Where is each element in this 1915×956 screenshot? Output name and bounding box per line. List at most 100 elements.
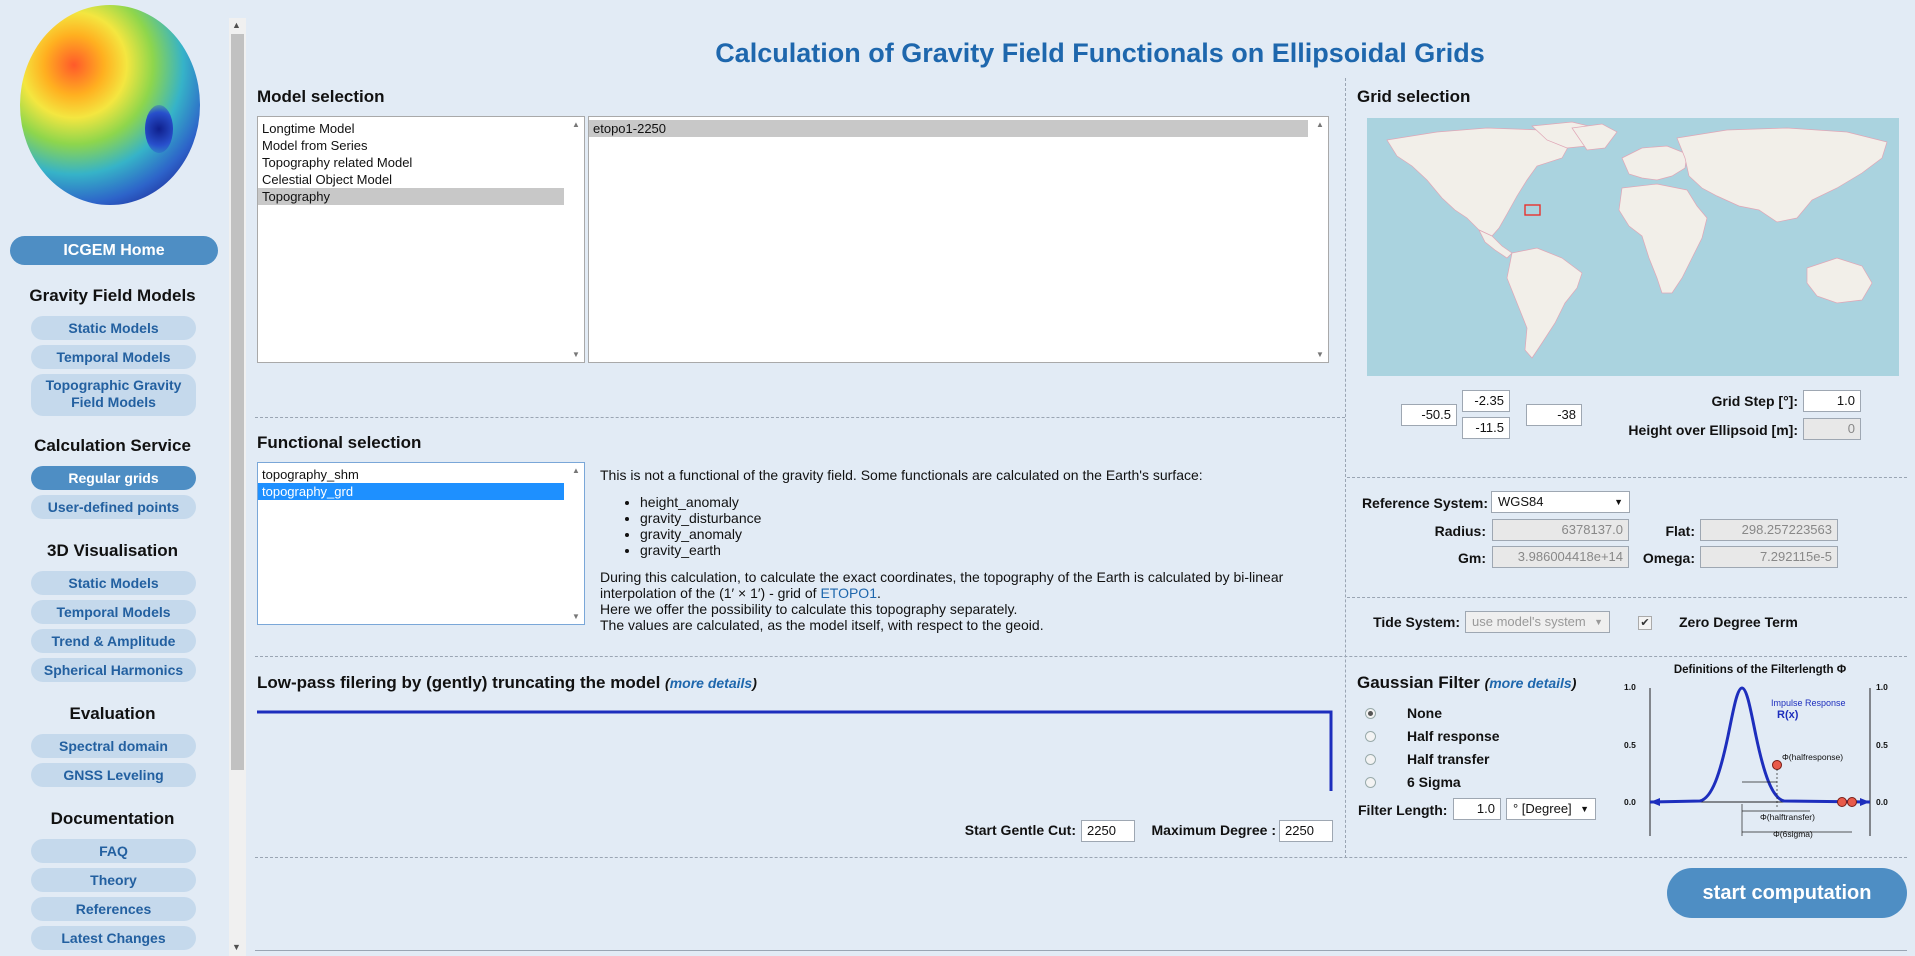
nav-references[interactable]: References bbox=[31, 897, 196, 921]
globe-logo bbox=[20, 5, 200, 205]
nav-trend-amplitude[interactable]: Trend & Amplitude bbox=[31, 629, 196, 653]
divider bbox=[1345, 78, 1346, 858]
nav-gnss-leveling[interactable]: GNSS Leveling bbox=[31, 763, 196, 787]
radio-half-response[interactable] bbox=[1365, 731, 1376, 742]
tick-label: 1.0 bbox=[1624, 682, 1636, 692]
list-item-selected[interactable]: topography_grd bbox=[258, 483, 564, 500]
filter-unit-select[interactable]: ° [Degree] ▼ bbox=[1506, 798, 1596, 820]
scrollbar-thumb[interactable] bbox=[231, 34, 244, 770]
filter-unit-value: ° [Degree] bbox=[1513, 801, 1572, 816]
max-degree-label: Maximum Degree : bbox=[1151, 822, 1276, 838]
description-intro: This is not a functional of the gravity … bbox=[600, 467, 1203, 483]
radio-none-label: None bbox=[1407, 705, 1442, 721]
radio-half-response-label: Half response bbox=[1407, 728, 1500, 744]
tick-label: 0.0 bbox=[1876, 797, 1888, 807]
scroll-up-arrow-icon[interactable]: ▲ bbox=[232, 20, 241, 30]
nav-temporal-models[interactable]: Temporal Models bbox=[31, 345, 196, 369]
nav-3d-static[interactable]: Static Models bbox=[31, 571, 196, 595]
functional-list[interactable]: topography_shm topography_grd ▲ ▼ bbox=[257, 462, 585, 625]
nav-heading-evaluation: Evaluation bbox=[69, 704, 156, 723]
model-list[interactable]: etopo1-2250 ▲ ▼ bbox=[588, 116, 1329, 363]
list-item-selected[interactable]: etopo1-2250 bbox=[589, 120, 1308, 137]
description-text: Here we offer the possibility to calcula… bbox=[600, 601, 1018, 617]
radius-input[interactable]: 6378137.0 bbox=[1492, 519, 1629, 541]
radio-half-transfer[interactable] bbox=[1365, 754, 1376, 765]
divider bbox=[255, 857, 1907, 858]
divider bbox=[1347, 477, 1907, 478]
nav-static-models[interactable]: Static Models bbox=[31, 316, 196, 340]
etopo1-link[interactable]: ETOPO1 bbox=[820, 585, 877, 601]
reference-system-value: WGS84 bbox=[1498, 494, 1544, 509]
list-item[interactable]: Longtime Model bbox=[258, 120, 584, 137]
functional-selection-title: Functional selection bbox=[257, 433, 422, 452]
start-cut-input[interactable]: 2250 bbox=[1081, 820, 1135, 842]
reference-system-select[interactable]: WGS84 ▼ bbox=[1491, 491, 1630, 513]
list-item[interactable]: Topography related Model bbox=[258, 154, 584, 171]
description-text: The values are calculated, as the model … bbox=[600, 617, 1044, 633]
omega-input[interactable]: 7.292115e-5 bbox=[1700, 546, 1838, 568]
grid-step-input[interactable]: 1.0 bbox=[1803, 390, 1861, 412]
impulse-response-label: Impulse Response bbox=[1771, 698, 1846, 708]
gaussian-filter-title: Gaussian Filter (more details) bbox=[1357, 673, 1577, 692]
radio-none[interactable] bbox=[1365, 708, 1376, 719]
list-scrollbar[interactable]: ▲ ▼ bbox=[1311, 117, 1328, 362]
height-input[interactable]: 0 bbox=[1803, 418, 1861, 440]
flat-input[interactable]: 298.257223563 bbox=[1700, 519, 1838, 541]
max-degree-input[interactable]: 2250 bbox=[1279, 820, 1333, 842]
world-map[interactable] bbox=[1367, 118, 1899, 376]
gm-input[interactable]: 3.986004418e+14 bbox=[1492, 546, 1629, 568]
list-item: gravity_earth bbox=[640, 542, 1320, 558]
gaussian-more-details-link[interactable]: more details bbox=[1489, 675, 1571, 691]
six-sigma-label: Φ(6sigma) bbox=[1773, 829, 1813, 839]
tick-label: 1.0 bbox=[1876, 682, 1888, 692]
world-map-svg bbox=[1386, 121, 1888, 359]
nav-user-defined-points[interactable]: User-defined points bbox=[31, 495, 196, 519]
scroll-down-arrow-icon[interactable]: ▼ bbox=[232, 942, 241, 952]
grid-east-input[interactable]: -38 bbox=[1526, 404, 1582, 426]
list-item-selected[interactable]: Topography bbox=[258, 188, 564, 205]
grid-selection-box bbox=[1524, 204, 1541, 216]
gm-label: Gm: bbox=[1458, 550, 1486, 566]
filter-curve bbox=[257, 710, 1333, 791]
grid-west-input[interactable]: -50.5 bbox=[1401, 404, 1457, 426]
grid-selection-title: Grid selection bbox=[1357, 87, 1471, 106]
reference-system-label: Reference System: bbox=[1361, 495, 1488, 511]
tide-system-select[interactable]: use model's system ▼ bbox=[1465, 611, 1610, 633]
half-response-label: Φ(halfresponse) bbox=[1782, 752, 1844, 762]
nav-latest-changes[interactable]: Latest Changes bbox=[31, 926, 196, 950]
tick-label: 0.0 bbox=[1624, 797, 1636, 807]
radio-6-sigma[interactable] bbox=[1365, 777, 1376, 788]
start-computation-button[interactable]: start computation bbox=[1667, 868, 1907, 918]
filter-length-input[interactable]: 1.0 bbox=[1453, 798, 1501, 820]
list-item: height_anomaly bbox=[640, 494, 1320, 510]
sidebar: ICGEM Home Gravity Field Models Static M… bbox=[0, 0, 225, 956]
height-label: Height over Ellipsoid [m]: bbox=[1628, 422, 1798, 438]
gaussian-title-text: Gaussian Filter bbox=[1357, 673, 1480, 692]
list-item[interactable]: Model from Series bbox=[258, 137, 584, 154]
nav-theory[interactable]: Theory bbox=[31, 868, 196, 892]
list-scrollbar[interactable]: ▲ ▼ bbox=[567, 117, 584, 362]
nav-heading-3d: 3D Visualisation bbox=[46, 541, 178, 560]
nav-regular-grids[interactable]: Regular grids bbox=[31, 466, 196, 490]
grid-south-input[interactable]: -11.5 bbox=[1462, 417, 1510, 439]
omega-label: Omega: bbox=[1642, 550, 1695, 566]
list-item[interactable]: Celestial Object Model bbox=[258, 171, 584, 188]
dropdown-arrow-icon: ▼ bbox=[1580, 804, 1589, 814]
list-item[interactable]: topography_shm bbox=[258, 466, 584, 483]
nav-spherical-harmonics[interactable]: Spherical Harmonics bbox=[31, 658, 196, 682]
zero-degree-checkbox[interactable]: ✔ bbox=[1638, 616, 1652, 630]
filterlength-diagram: Definitions of the Filterlength Φ 1.0 0.… bbox=[1620, 664, 1900, 844]
dropdown-arrow-icon: ▼ bbox=[1614, 497, 1623, 507]
tide-system-label: Tide System: bbox=[1373, 614, 1460, 630]
model-category-list[interactable]: Longtime Model Model from Series Topogra… bbox=[257, 116, 585, 363]
page-scrollbar[interactable]: ▲ ▼ bbox=[229, 18, 246, 956]
nav-spectral-domain[interactable]: Spectral domain bbox=[31, 734, 196, 758]
nav-faq[interactable]: FAQ bbox=[31, 839, 196, 863]
zero-degree-label: Zero Degree Term bbox=[1679, 614, 1798, 630]
grid-north-input[interactable]: -2.35 bbox=[1462, 390, 1510, 412]
list-scrollbar[interactable]: ▲ ▼ bbox=[567, 463, 584, 624]
nav-topographic-models[interactable]: Topographic Gravity Field Models bbox=[31, 374, 196, 416]
nav-3d-temporal[interactable]: Temporal Models bbox=[31, 600, 196, 624]
lowpass-more-details-link[interactable]: more details bbox=[670, 675, 752, 691]
icgem-home-button[interactable]: ICGEM Home bbox=[10, 236, 218, 265]
